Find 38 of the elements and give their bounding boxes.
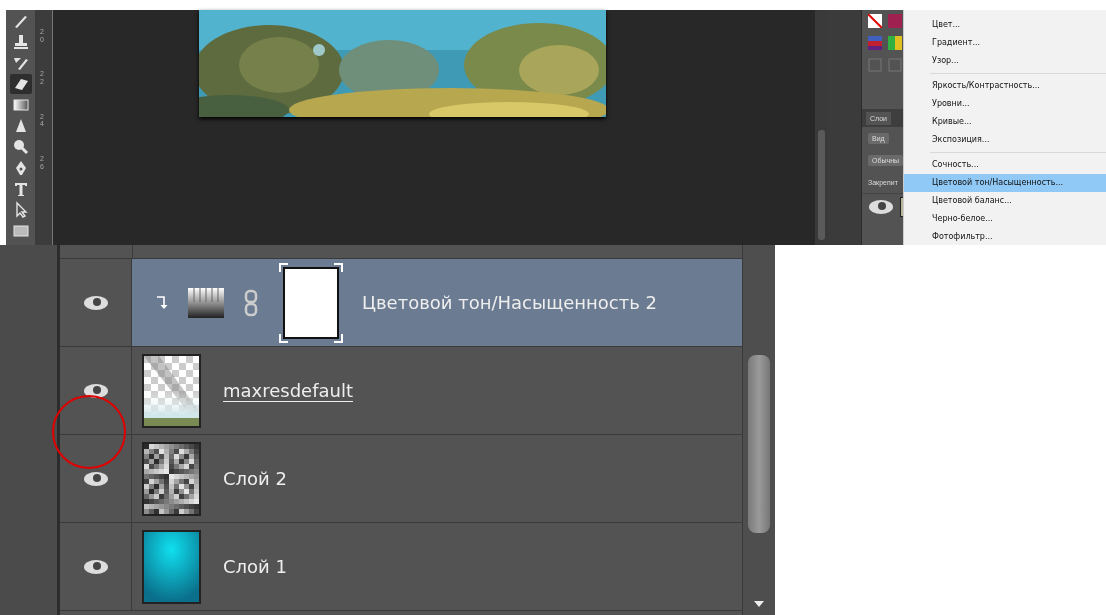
adjustment-layer-icon <box>188 287 224 318</box>
eye-icon[interactable] <box>82 558 109 575</box>
menu-item[interactable]: Градиент... <box>904 34 1106 52</box>
noise-thumbnail <box>144 443 199 514</box>
scrollbar-thumb[interactable] <box>748 355 770 533</box>
layer-thumbnail <box>144 531 199 602</box>
clip-arrow-icon <box>156 295 168 310</box>
color-icon[interactable] <box>888 36 902 50</box>
link-icon[interactable] <box>244 288 258 317</box>
menu-item[interactable]: Сочность... <box>904 156 1106 174</box>
layer-row[interactable]: maxresdefault <box>60 347 742 435</box>
scroll-down-icon[interactable] <box>754 601 764 607</box>
menu-item[interactable]: Узор... <box>904 52 1106 70</box>
menu-item[interactable]: Уровни... <box>904 95 1106 113</box>
menu-item[interactable]: Фотофильтр... <box>904 228 1106 246</box>
layer-name: Слой 1 <box>223 556 287 577</box>
menu-item[interactable]: Цвет... <box>904 16 1106 34</box>
eye-icon[interactable] <box>82 294 109 311</box>
menu-item[interactable]: Цветовой баланс... <box>904 192 1106 210</box>
menu-item[interactable]: Экспозиция... <box>904 131 1106 149</box>
eraser-tool-icon[interactable] <box>9 74 32 94</box>
menu-item[interactable]: Черно-белое... <box>904 210 1106 228</box>
layer-row[interactable]: Слой 1 <box>60 523 742 611</box>
scrollbar-thumb[interactable] <box>818 130 825 240</box>
menu-item[interactable]: Яркость/Контрастность... <box>904 77 1106 95</box>
no-color-icon[interactable] <box>868 14 882 28</box>
swatch-icon[interactable] <box>868 36 882 50</box>
menu-item[interactable]: Кривые... <box>904 113 1106 131</box>
layer-row[interactable]: Слой 2 <box>60 435 742 523</box>
eye-icon[interactable] <box>868 199 894 215</box>
menu-item[interactable]: Цветовой тон/Насыщенность... <box>904 174 1106 192</box>
gradient-swatch-icon[interactable] <box>888 14 902 28</box>
layer-name: maxresdefault <box>223 380 353 401</box>
eye-icon[interactable] <box>82 382 109 399</box>
layer-row[interactable]: Цветовой тон/Насыщенность 2 <box>60 259 742 347</box>
layer-name: Слой 2 <box>223 468 287 489</box>
layer-name: Цветовой тон/Насыщенность 2 <box>362 292 657 313</box>
eye-icon[interactable] <box>82 470 109 487</box>
